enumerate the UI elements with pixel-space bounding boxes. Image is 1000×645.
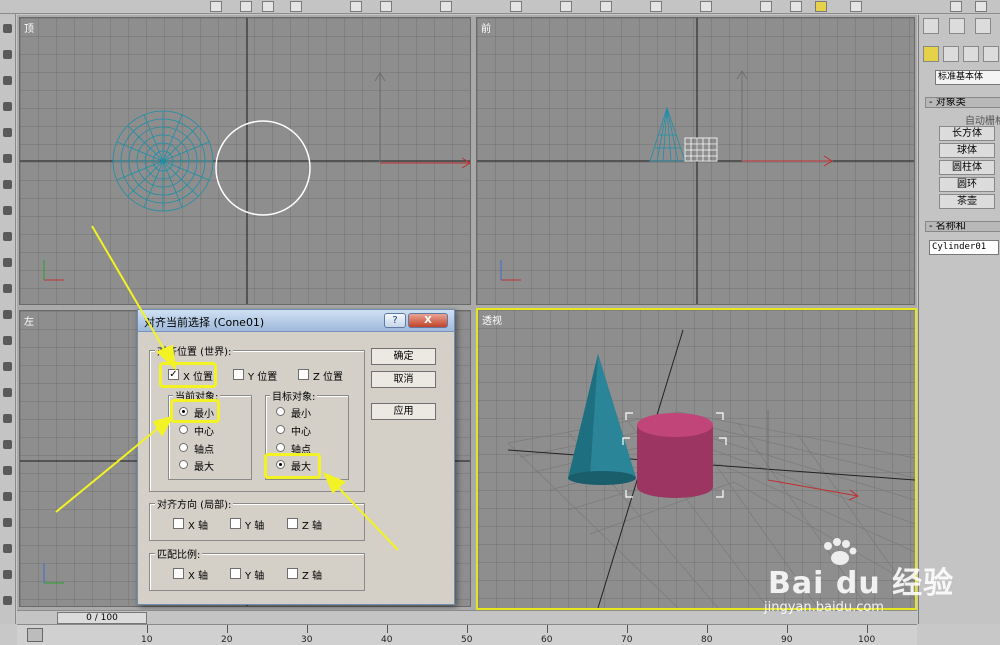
- arrow-to-current-min: [55, 424, 163, 513]
- lights-icon[interactable]: [963, 46, 979, 62]
- tick-mark: [547, 625, 548, 633]
- tick-label: 30: [301, 635, 313, 645]
- tick-label: 70: [621, 635, 633, 645]
- tick-label: 50: [461, 635, 473, 645]
- category-dropdown[interactable]: 标准基本体: [935, 70, 1000, 85]
- modify-tab-icon[interactable]: [949, 18, 965, 34]
- cameras-icon[interactable]: [983, 46, 999, 62]
- tick-label: 60: [541, 635, 553, 645]
- box-button[interactable]: 长方体: [939, 126, 995, 141]
- tick-label: 90: [781, 635, 793, 645]
- create-tab-icon[interactable]: [923, 18, 939, 34]
- watermark-brand: Bai du 经验: [768, 566, 955, 601]
- tick-mark: [307, 625, 308, 633]
- key-filter-icon[interactable]: [27, 628, 43, 642]
- tick-mark: [707, 625, 708, 633]
- shapes-icon[interactable]: [943, 46, 959, 62]
- time-slider[interactable]: 0 / 100: [57, 612, 147, 624]
- tick-label: 100: [858, 635, 876, 645]
- hierarchy-tab-icon[interactable]: [975, 18, 991, 34]
- cylinder-button[interactable]: 圆柱体: [939, 160, 995, 175]
- sphere-button[interactable]: 球体: [939, 143, 995, 158]
- tick-mark: [627, 625, 628, 633]
- tick-label: 40: [381, 635, 393, 645]
- object-type-rollout[interactable]: - 对象类: [925, 97, 1000, 108]
- teapot-button[interactable]: 茶壶: [939, 194, 995, 209]
- tick-label: 80: [701, 635, 713, 645]
- geometry-icon[interactable]: [923, 46, 939, 62]
- tick-label: 10: [141, 635, 153, 645]
- torus-button[interactable]: 圆环: [939, 177, 995, 192]
- 3dsmax-window: 顶 前 左 透视 对齐当前选择 (Cone01) ? X 对齐位置 (世界): …: [0, 0, 1000, 645]
- baidu-watermark: Bai du 经验 jingyan.baidu.com: [756, 538, 956, 628]
- watermark-url: jingyan.baidu.com: [764, 600, 884, 615]
- tick-mark: [227, 625, 228, 633]
- object-name-field[interactable]: Cylinder01: [929, 240, 999, 255]
- tick-label: 20: [221, 635, 233, 645]
- name-color-rollout[interactable]: - 名称和: [925, 221, 1000, 232]
- tick-mark: [147, 625, 148, 633]
- command-panel: 标准基本体 - 对象类 自动栅格 长方体 球体 圆柱体 圆环 茶壶 - 名称和 …: [918, 15, 1000, 624]
- tick-mark: [387, 625, 388, 633]
- tick-mark: [467, 625, 468, 633]
- arrow-to-x-position: [91, 225, 169, 357]
- auto-grid-label: 自动栅格: [965, 116, 1000, 127]
- arrow-to-target-max: [333, 482, 399, 551]
